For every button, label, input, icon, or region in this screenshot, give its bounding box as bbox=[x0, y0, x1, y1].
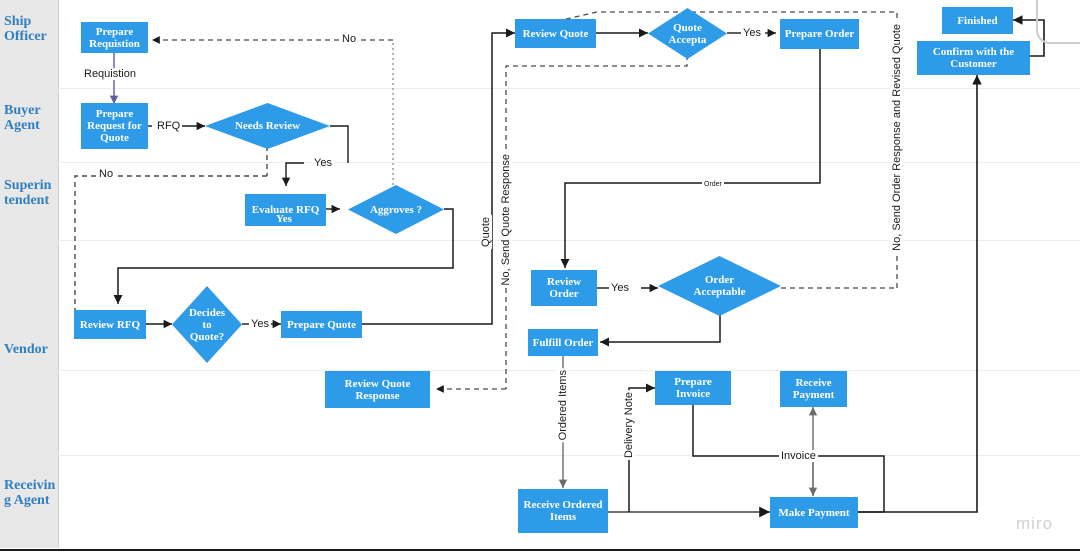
node-needs-review[interactable]: Needs Review bbox=[205, 103, 330, 149]
lane-divider bbox=[58, 240, 1080, 241]
edge-label-decides-yes: Yes bbox=[249, 318, 271, 330]
lane-label-buyer-agent: Buyer Agent bbox=[4, 103, 41, 133]
node-quote-accepted[interactable]: Quote Accepta bbox=[648, 8, 727, 59]
flowchart-canvas[interactable]: Ship Officer Buyer Agent Superintendent … bbox=[0, 0, 1080, 556]
lane-label-ship-officer: Ship Officer bbox=[4, 14, 47, 44]
edge-label-no-send-order-response: No, Send Order Response and Revised Quot… bbox=[891, 22, 903, 253]
lane-divider bbox=[58, 162, 1080, 163]
lane-label-superintendent: Superintendent bbox=[4, 178, 52, 208]
edge-label-order: Order bbox=[702, 179, 724, 191]
edge-label-quote: Quote bbox=[480, 215, 492, 249]
node-prepare-requisition[interactable]: Prepare Requistion bbox=[81, 22, 148, 53]
lane-label-vendor: Vendor bbox=[4, 342, 48, 357]
node-prepare-order[interactable]: Prepare Order bbox=[780, 19, 859, 49]
bottom-rule bbox=[0, 549, 1080, 551]
rounded-shape-decoration bbox=[1036, 0, 1080, 44]
node-needs-review-label: Needs Review bbox=[234, 120, 301, 132]
miro-watermark: miro bbox=[1016, 514, 1054, 533]
node-receive-ordered-items[interactable]: Receive Ordered Items bbox=[518, 489, 608, 533]
edge-label-requisition: Requistion bbox=[82, 68, 138, 80]
node-approves[interactable]: Aggroves ? bbox=[348, 185, 444, 234]
node-prepare-invoice[interactable]: Prepare Invoice bbox=[655, 371, 731, 405]
edge-label-evaluate-rfq-yes: Yes bbox=[276, 213, 292, 225]
node-make-payment[interactable]: Make Payment bbox=[770, 497, 858, 528]
node-quote-accepted-label: Quote Accepta bbox=[668, 21, 707, 46]
node-review-quote-response[interactable]: Review Quote Response bbox=[325, 371, 430, 408]
node-review-order[interactable]: Review Order bbox=[531, 270, 597, 306]
node-decides-to-quote-label: Decides to Quote? bbox=[188, 306, 226, 343]
node-approves-label: Aggroves ? bbox=[369, 203, 423, 216]
node-prepare-quote[interactable]: Prepare Quote bbox=[281, 311, 362, 338]
lane-label-receiving-agent: Receiving Agent bbox=[4, 478, 56, 508]
edge-label-review-order-yes: Yes bbox=[609, 282, 631, 294]
node-review-rfq[interactable]: Review RFQ bbox=[74, 310, 146, 339]
node-fulfill-order[interactable]: Fulfill Order bbox=[528, 329, 598, 356]
edge-label-needs-review-yes: Yes bbox=[312, 157, 334, 169]
swimlane-column bbox=[0, 0, 59, 548]
edge-label-invoice: Invoice bbox=[779, 450, 818, 462]
edge-label-approves-no: No bbox=[340, 33, 359, 45]
edge-label-delivery-note: Delivery Note bbox=[623, 390, 635, 461]
node-finished[interactable]: Finished bbox=[942, 7, 1013, 34]
node-receive-payment[interactable]: Receive Payment bbox=[780, 371, 847, 407]
node-confirm-with-customer[interactable]: Confirm with the Customer bbox=[917, 41, 1030, 75]
lane-divider bbox=[58, 88, 1080, 89]
node-order-acceptable-label: Order Acceptable bbox=[693, 274, 746, 298]
edge-label-needs-review-no: No bbox=[97, 168, 116, 180]
node-prepare-request-quote[interactable]: Prepare Request for Quote bbox=[81, 103, 148, 149]
node-order-acceptable[interactable]: Order Acceptable bbox=[658, 256, 781, 316]
edge-label-ordered-items: Ordered Items bbox=[557, 368, 569, 443]
lane-divider bbox=[58, 370, 1080, 371]
edge-label-no-send-quote-response: No, Send Quote Response bbox=[500, 152, 512, 288]
node-review-quote[interactable]: Review Quote bbox=[515, 19, 596, 48]
lane-divider bbox=[58, 455, 1080, 456]
edge-label-quote-accepted-yes: Yes bbox=[741, 27, 763, 39]
edge-label-rfq: RFQ bbox=[155, 120, 183, 132]
node-decides-to-quote[interactable]: Decides to Quote? bbox=[172, 286, 242, 363]
